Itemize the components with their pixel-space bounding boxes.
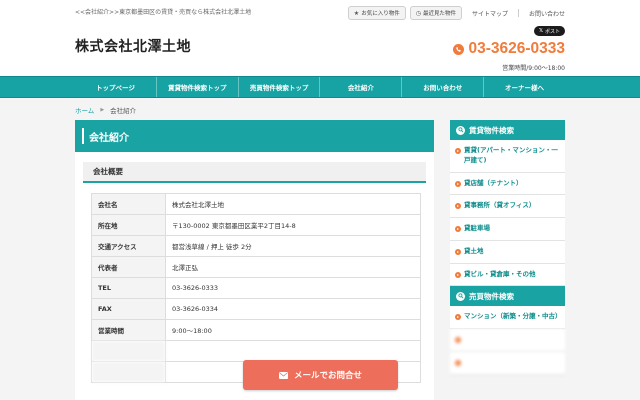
table-row: 会社名 株式会社北澤土地	[91, 193, 421, 215]
table-row-obscured	[91, 340, 421, 362]
section-heading: 会社概要	[83, 162, 426, 183]
mail-contact-label: メールでお問合せ	[293, 371, 362, 381]
row-value: 北澤正弘	[165, 256, 421, 278]
mail-contact-button[interactable]: メールでお問合せ	[243, 360, 398, 390]
header-links: ★ お気に入り物件 ◷ 最近見た物件 サイトマップ お問い合わせ	[347, 6, 565, 20]
bullet-arrow-icon: ▸	[455, 359, 461, 366]
rent-search-title: 賃貸物件検索	[469, 125, 514, 135]
divider	[517, 9, 519, 17]
row-value: 〒130-0002 東京都墨田区業平2丁目14-8	[165, 214, 421, 236]
row-key: TEL	[91, 277, 166, 299]
nav-list: トップページ 賃貸物件検索トップ 売買物件検索トップ 会社紹介 お問い合わせ オ…	[75, 77, 565, 97]
sidebar-item-label: 貸事務所（貸オフィス）	[464, 201, 536, 210]
breadcrumb: ホーム ▶ 会社紹介	[75, 105, 136, 115]
nav-item-owner[interactable]: オーナー様へ	[483, 77, 565, 97]
bullet-arrow-icon: ▸	[455, 248, 461, 255]
table-row: 代表者 北澤正弘	[91, 256, 421, 278]
x-icon: 𝕏	[538, 28, 543, 34]
sidebar-item-rent-building[interactable]: ▸ 貸ビル・貸倉庫・その他	[450, 263, 565, 287]
nav-item-top[interactable]: トップページ	[75, 77, 156, 97]
sidebar-item-rent-parking[interactable]: ▸ 貸駐車場	[450, 218, 565, 241]
table-row: 所在地 〒130-0002 東京都墨田区業平2丁目14-8	[91, 214, 421, 236]
company-info-table: 会社名 株式会社北澤土地 所在地 〒130-0002 東京都墨田区業平2丁目14…	[91, 193, 421, 383]
sidebar-item-label: 貸ビル・貸倉庫・その他	[464, 269, 536, 278]
sidebar-item-sale-mansion[interactable]: ▸ マンション（新築・分譲・中古）	[450, 306, 565, 329]
bullet-arrow-icon: ▸	[455, 226, 461, 232]
row-value: 株式会社北澤土地	[165, 193, 421, 215]
sidebar-item-obscured-label	[464, 358, 466, 368]
row-value: 03-3626-0333	[165, 277, 421, 299]
header: <<会社紹介>>東京都墨田区の賃貸・売買なら株式会社北澤土地 ★ お気に入り物件…	[0, 0, 640, 76]
bullet-arrow-icon: ▸	[455, 271, 461, 278]
chevron-right-icon: ▶	[100, 107, 105, 113]
favorite-label: お気に入り物件	[361, 11, 400, 17]
search-icon	[456, 125, 465, 135]
phone-number[interactable]: 03-3626-0333	[453, 40, 565, 58]
sidebar-item-label: マンション（新築・分譲・中古）	[464, 312, 562, 321]
main-content: 会社紹介 会社概要 会社名 株式会社北澤土地 所在地 〒130-0002 東京都…	[75, 120, 434, 400]
breadcrumb-current: 会社紹介	[110, 107, 137, 115]
row-key: 代表者	[91, 256, 166, 278]
phone-icon	[453, 43, 465, 55]
row-key: 交通アクセス	[91, 235, 166, 257]
business-hours: 営業時間/9:00〜18:00	[502, 65, 565, 72]
sidebar-item-rent-land[interactable]: ▸ 貸土地	[450, 240, 565, 264]
table-row: 営業時間 9:00〜18:00	[91, 319, 421, 341]
favorite-button[interactable]: ★ お気に入り物件	[347, 6, 406, 20]
nav-item-sale-search[interactable]: 売買物件検索トップ	[237, 77, 320, 97]
row-key-obscured	[91, 361, 166, 383]
bullet-arrow-icon: ▸	[455, 203, 461, 210]
sidebar-item-obscured-label	[464, 335, 466, 345]
page-title: 会社紹介	[75, 120, 434, 152]
rent-search-heading: 賃貸物件検索	[450, 120, 565, 140]
row-key: 営業時間	[91, 319, 166, 341]
row-value: 都営浅草線 / 押上 徒歩 2分	[165, 235, 421, 257]
sidebar-item-label: 貸駐車場	[464, 224, 490, 232]
sale-search-heading: 売買物件検索	[450, 286, 565, 307]
sidebar-item-label: 貸土地	[464, 246, 484, 255]
page: <<会社紹介>>東京都墨田区の賃貸・売買なら株式会社北澤土地 ★ お気に入り物件…	[0, 0, 640, 400]
x-post-label: ポスト	[544, 28, 560, 35]
sidebar-item-rent-office[interactable]: ▸ 貸事務所（貸オフィス）	[450, 195, 565, 218]
bullet-arrow-icon: ▸	[455, 180, 461, 187]
row-key-obscured	[91, 340, 166, 362]
recent-label: 最近見た物件	[422, 11, 456, 17]
row-value: 03-3626-0334	[165, 298, 421, 320]
table-row: 交通アクセス 都営浅草線 / 押上 徒歩 2分	[91, 235, 421, 257]
recent-button[interactable]: ◷ 最近見た物件	[409, 6, 462, 20]
mail-icon	[278, 371, 288, 379]
sidebar-item-rent-residential[interactable]: ▸ 賃貸(アパート・マンション・一戸建て)	[450, 140, 565, 173]
sidebar-item-obscured[interactable]: ▸	[450, 329, 565, 352]
bullet-arrow-icon: ▸	[455, 148, 461, 154]
row-value-obscured	[165, 340, 421, 362]
table-row: TEL 03-3626-0333	[91, 277, 421, 299]
sidebar-item-rent-shop[interactable]: ▸ 貸店舗（テナント）	[450, 172, 565, 196]
row-value: 9:00〜18:00	[165, 319, 421, 341]
breadcrumb-home[interactable]: ホーム	[75, 105, 94, 115]
contact-link[interactable]: お問い合わせ	[529, 9, 565, 18]
sidebar-item-label: 賃貸(アパート・マンション・一戸建て)	[464, 146, 558, 164]
bullet-arrow-icon: ▸	[455, 337, 461, 343]
row-key: 会社名	[91, 193, 166, 215]
star-icon: ★	[353, 9, 360, 17]
sale-search-title: 売買物件検索	[469, 291, 514, 301]
nav-item-contact[interactable]: お問い合わせ	[401, 77, 483, 97]
sitemap-link[interactable]: サイトマップ	[472, 9, 508, 18]
row-key: FAX	[91, 298, 166, 320]
site-logo[interactable]: 株式会社北澤土地	[75, 36, 191, 56]
table-row: FAX 03-3626-0334	[91, 298, 421, 320]
row-key: 所在地	[91, 214, 166, 236]
x-post-button[interactable]: 𝕏 ポスト	[533, 26, 565, 36]
global-nav: トップページ 賃貸物件検索トップ 売買物件検索トップ 会社紹介 お問い合わせ オ…	[0, 76, 640, 98]
history-icon: ◷	[415, 9, 421, 17]
sidebar-item-obscured[interactable]: ▸	[450, 351, 565, 375]
bullet-arrow-icon: ▸	[455, 314, 461, 321]
header-tagline: <<会社紹介>>東京都墨田区の賃貸・売買なら株式会社北澤土地	[75, 9, 252, 16]
nav-item-company[interactable]: 会社紹介	[319, 77, 401, 97]
nav-item-rent-search[interactable]: 賃貸物件検索トップ	[155, 77, 238, 97]
sidebar: 賃貸物件検索 ▸ 賃貸(アパート・マンション・一戸建て) ▸ 貸店舗（テナント）…	[450, 120, 565, 375]
sidebar-item-label: 貸店舗（テナント）	[464, 178, 523, 187]
search-icon	[456, 291, 465, 301]
phone-text: 03-3626-0333	[468, 40, 565, 57]
